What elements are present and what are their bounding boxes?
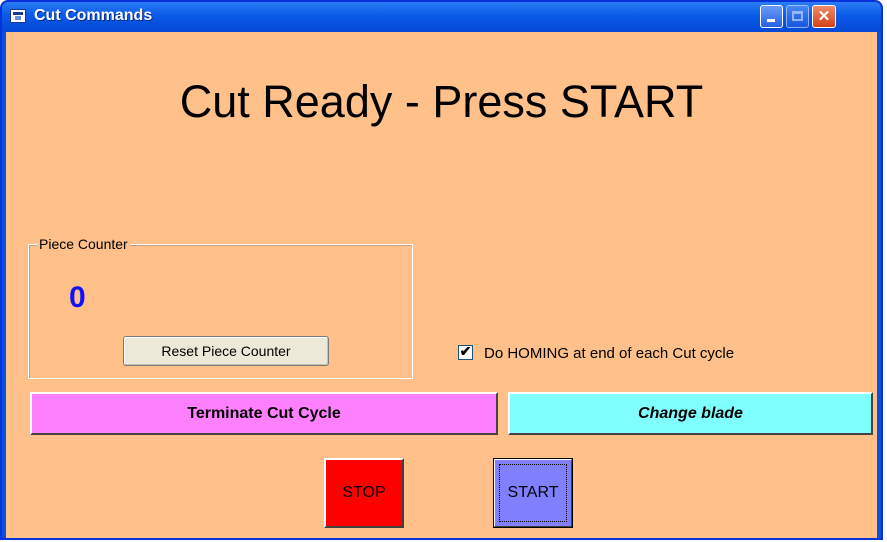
minimize-icon (767, 19, 775, 22)
checkmark-icon: ✔ (459, 343, 472, 359)
cut-commands-window: Cut Commands ✕ Cut Ready - Press START P… (0, 0, 883, 540)
title-bar[interactable]: Cut Commands ✕ (2, 2, 881, 32)
homing-checkbox-label[interactable]: Do HOMING at end of each Cut cycle (484, 345, 734, 362)
client-area: Cut Ready - Press START Piece Counter 0 … (6, 32, 877, 538)
close-icon: ✕ (817, 8, 831, 25)
minimize-button[interactable] (760, 5, 783, 28)
piece-counter-value: 0 (69, 281, 86, 314)
change-blade-button[interactable]: Change blade (508, 392, 873, 435)
piece-counter-legend: Piece Counter (37, 236, 130, 252)
stop-button[interactable]: STOP (324, 458, 404, 528)
close-button[interactable]: ✕ (812, 5, 836, 28)
piece-counter-frame: Piece Counter 0 Reset Piece Counter (28, 236, 413, 379)
homing-checkbox[interactable]: ✔ (458, 343, 473, 360)
maximize-icon (792, 11, 803, 21)
focus-rectangle (499, 464, 567, 522)
reset-piece-counter-button[interactable]: Reset Piece Counter (123, 336, 329, 366)
terminate-cut-cycle-button[interactable]: Terminate Cut Cycle (30, 392, 498, 435)
maximize-button[interactable] (786, 5, 809, 28)
status-headline: Cut Ready - Press START (179, 76, 704, 127)
start-button[interactable]: START (493, 458, 573, 528)
app-window-icon (10, 9, 26, 23)
window-title: Cut Commands (34, 7, 153, 24)
